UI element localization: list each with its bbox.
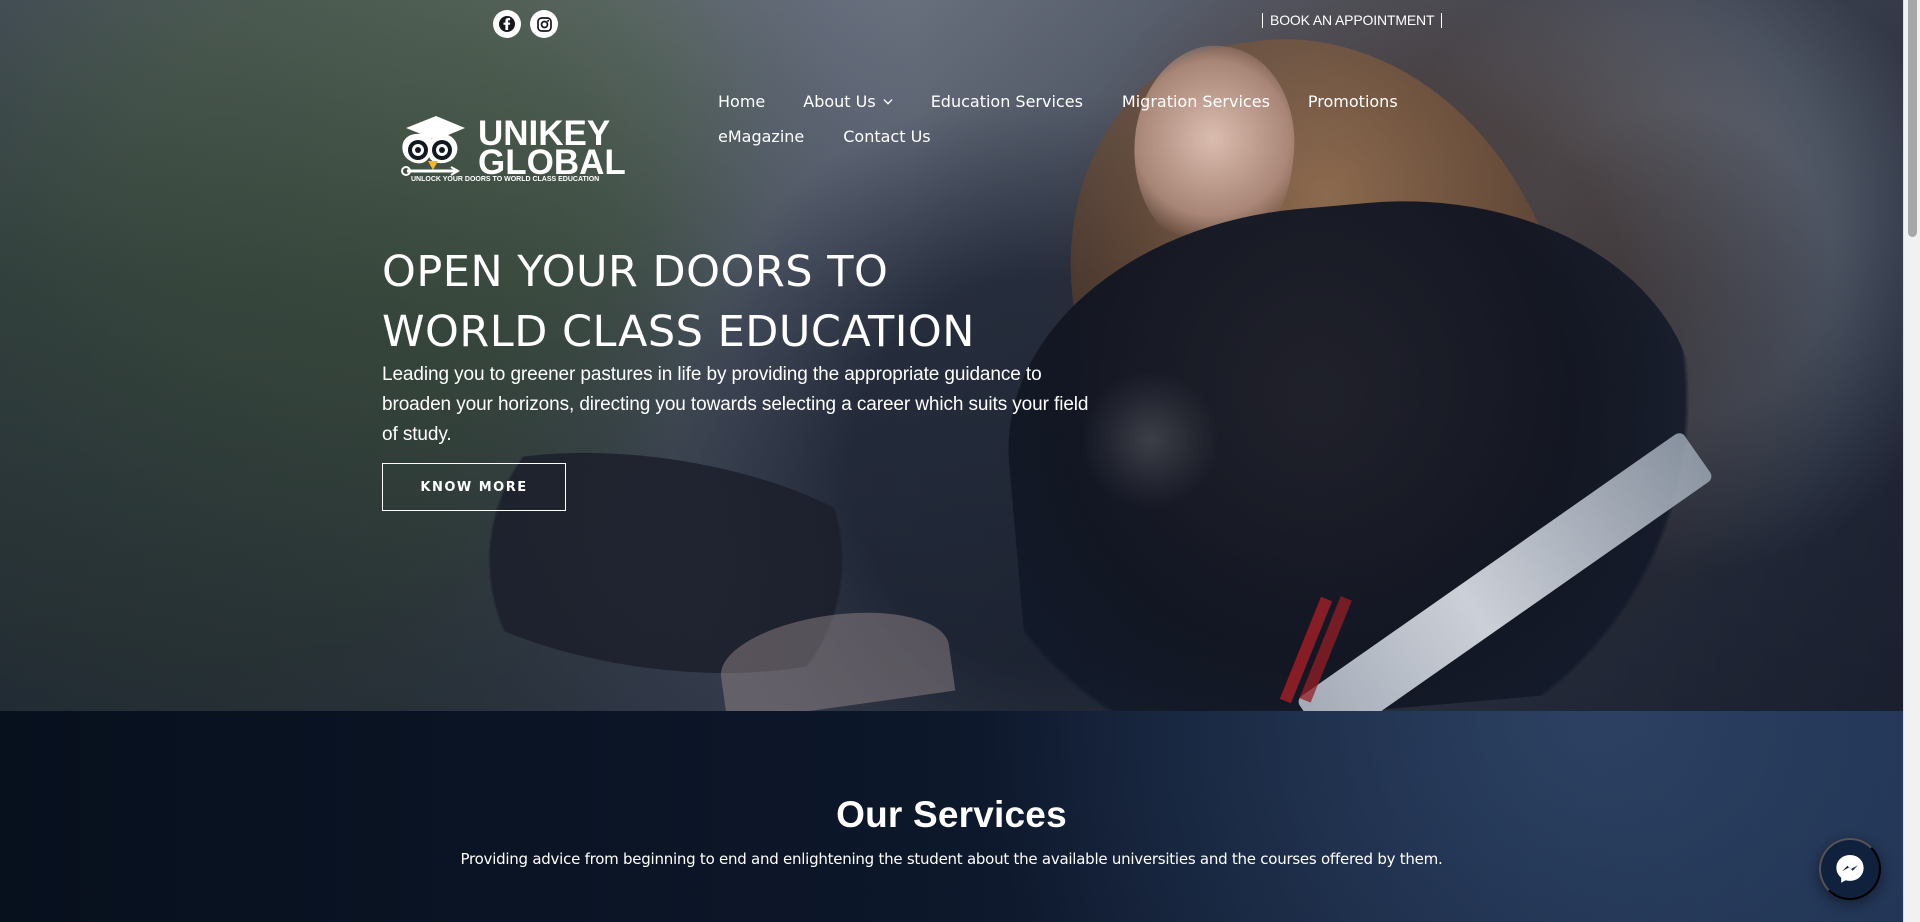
vertical-scrollbar[interactable] <box>1903 0 1920 922</box>
logo-text-bottom: GLOBAL <box>478 143 626 182</box>
messenger-chat-button[interactable] <box>1819 838 1881 900</box>
facebook-button[interactable] <box>493 10 521 38</box>
hero-title-line-1: OPEN YOUR DOORS TO <box>382 247 889 297</box>
services-description: Providing advice from beginning to end a… <box>460 850 1443 868</box>
our-services-section: Our Services Providing advice from begin… <box>0 711 1903 922</box>
nav-contact-us[interactable]: Contact Us <box>843 128 930 145</box>
hero-title-line-2: WORLD CLASS EDUCATION <box>382 307 975 357</box>
know-more-button[interactable]: KNOW MORE <box>382 463 566 511</box>
facebook-icon <box>499 16 515 32</box>
nav-promotions[interactable]: Promotions <box>1308 93 1398 110</box>
nav-about-us-label: About Us <box>803 91 876 111</box>
book-appointment-link[interactable]: BOOK AN APPOINTMENT <box>1270 12 1435 28</box>
messenger-icon <box>1836 855 1864 883</box>
chevron-down-icon <box>883 95 893 105</box>
nav-home[interactable]: Home <box>718 93 765 110</box>
hero-background-diploma <box>1295 430 1715 711</box>
unikey-global-logo[interactable]: UNIKEY GLOBAL UNLOCK YOUR DOORS TO WORLD… <box>392 107 626 191</box>
scrollbar-thumb[interactable] <box>1908 0 1917 237</box>
services-title: Our Services <box>836 794 1067 835</box>
hero-section: BOOK AN APPOINTMENT UNIKEY GLOBAL UNLOCK… <box>0 0 1903 711</box>
main-navigation: Home About Us Education Services Migrati… <box>718 84 1443 154</box>
hero-title: OPEN YOUR DOORS TO WORLD CLASS EDUCATION <box>382 242 975 362</box>
appointment-separator-left <box>1262 12 1263 28</box>
hero-background-hands <box>714 599 956 711</box>
nav-migration-services[interactable]: Migration Services <box>1122 93 1270 110</box>
navigation-row-secondary: eMagazine Contact Us <box>718 119 1443 154</box>
instagram-button[interactable] <box>530 10 558 38</box>
page: BOOK AN APPOINTMENT UNIKEY GLOBAL UNLOCK… <box>0 0 1920 922</box>
hero-background-ribbon <box>1279 596 1333 704</box>
hero-description: Leading you to greener pastures in life … <box>382 364 1089 445</box>
nav-emagazine[interactable]: eMagazine <box>718 128 804 145</box>
appointment-separator-right <box>1441 12 1443 28</box>
instagram-icon <box>536 16 553 33</box>
nav-education-services[interactable]: Education Services <box>931 93 1083 110</box>
nav-about-us[interactable]: About Us <box>803 91 893 111</box>
navigation-row-primary: Home About Us Education Services Migrati… <box>718 84 1443 119</box>
logo-tagline: UNLOCK YOUR DOORS TO WORLD CLASS EDUCATI… <box>411 176 600 183</box>
appointment-link-group: BOOK AN APPOINTMENT <box>1262 10 1443 30</box>
owl-key-logo-icon <box>401 116 465 176</box>
